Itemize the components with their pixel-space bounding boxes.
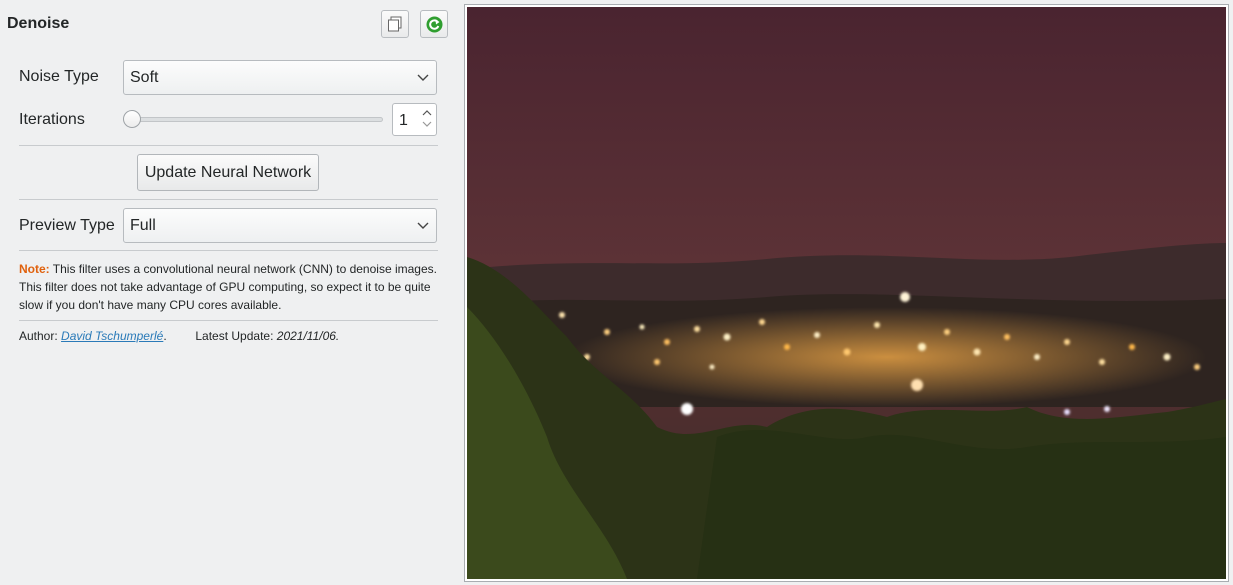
noise-type-label: Noise Type [19,68,99,85]
iterations-spinbox[interactable]: 1 [392,103,437,136]
iterations-label: Iterations [19,111,85,128]
filter-note: Note: This filter uses a convolutional n… [19,260,439,314]
author-suffix: . [163,329,167,343]
preview-type-label: Preview Type [19,217,115,234]
author-link[interactable]: David Tschumperlé [61,329,163,343]
iterations-slider[interactable] [130,117,383,122]
update-neural-network-button[interactable]: Update Neural Network [137,154,319,191]
filter-panel: Denoise Noise Type Soft Iterations 1 Upd… [0,0,452,585]
note-text: This filter uses a convolutional neural … [19,262,437,312]
update-date: 2021/11/06. [276,329,340,343]
author-label: Author: [19,329,58,343]
filter-title: Denoise [7,15,70,32]
refresh-icon [426,16,443,33]
refresh-button[interactable] [420,10,448,38]
update-label: Latest Update: [195,329,274,343]
copy-button[interactable] [381,10,409,38]
noise-type-select[interactable]: Soft [123,60,437,95]
divider [19,199,438,200]
note-prefix: Note: [19,262,50,276]
copy-icon [388,16,402,32]
iterations-value: 1 [399,112,408,129]
chevron-up-icon[interactable] [422,109,432,116]
chevron-down-icon [417,74,429,81]
chevron-down-icon[interactable] [422,121,432,128]
divider [19,250,438,251]
preview-image [467,7,1226,579]
chevron-down-icon [417,222,429,229]
preview-type-value: Full [130,217,156,234]
author-line: Author: David Tschumperlé. Latest Update… [19,329,339,343]
noise-type-value: Soft [130,69,159,86]
divider [19,145,438,146]
divider [19,320,438,321]
preview-type-select[interactable]: Full [123,208,437,243]
preview-area[interactable] [464,4,1229,582]
iterations-slider-handle[interactable] [123,110,141,128]
